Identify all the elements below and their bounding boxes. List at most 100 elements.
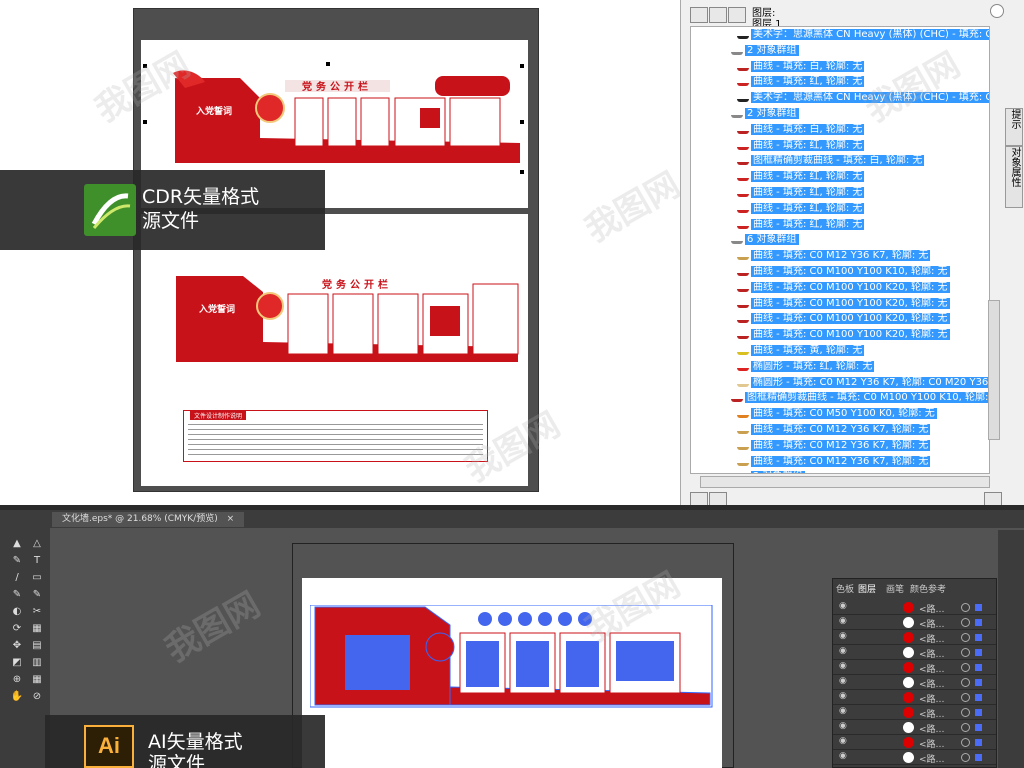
- selection-square-icon[interactable]: [975, 634, 982, 641]
- ai-tool-icon[interactable]: ▤: [30, 640, 44, 652]
- object-tree-row[interactable]: 曲线 - 填充: 红, 轮廓: 无: [737, 201, 865, 217]
- visibility-eye-icon[interactable]: ◉: [839, 736, 847, 746]
- object-tree-row[interactable]: 6 对象群组: [731, 232, 799, 248]
- object-tree[interactable]: 美术字：思源黑体 CN Heavy (黑体) (CHC) - 填充: C25 2 …: [690, 26, 990, 474]
- ai-layer-row[interactable]: ◉ <路…: [833, 645, 996, 660]
- target-circle-icon[interactable]: [961, 648, 970, 657]
- ai-tool-icon[interactable]: ⊘: [30, 691, 44, 703]
- visibility-eye-icon[interactable]: ◉: [839, 676, 847, 686]
- om-horizontal-scrollbar[interactable]: [700, 476, 990, 488]
- ai-panel-tab-brushes[interactable]: 画笔: [886, 582, 904, 595]
- om-layer-dropdown[interactable]: [990, 4, 1004, 18]
- object-tree-row[interactable]: 2 对象群组: [731, 43, 799, 59]
- object-tree-row[interactable]: 曲线 - 填充: C0 M100 Y100 K20, 轮廓: 无: [737, 327, 950, 343]
- ai-layer-row[interactable]: ◉ <路…: [833, 675, 996, 690]
- object-tree-row[interactable]: 曲线 - 填充: C0 M50 Y100 K0, 轮廓: 无: [737, 406, 937, 422]
- selection-handle[interactable]: [520, 120, 524, 124]
- om-vertical-scrollbar[interactable]: [988, 300, 1000, 440]
- om-toolbar-button-3[interactable]: [728, 7, 746, 23]
- ai-tool-icon[interactable]: ✥: [10, 640, 24, 652]
- visibility-eye-icon[interactable]: ◉: [839, 721, 847, 731]
- selection-square-icon[interactable]: [975, 679, 982, 686]
- target-circle-icon[interactable]: [961, 663, 970, 672]
- ai-tool-icon[interactable]: ◐: [10, 606, 24, 618]
- object-tree-row[interactable]: 美术字：思源黑体 CN Heavy (黑体) (CHC) - 填充: C25: [737, 27, 989, 43]
- selection-square-icon[interactable]: [975, 739, 982, 746]
- ai-tool-icon[interactable]: T: [30, 555, 44, 567]
- ai-tool-icon[interactable]: ✎: [30, 589, 44, 601]
- ai-layer-row[interactable]: ◉ <路…: [833, 690, 996, 705]
- object-tree-row[interactable]: 曲线 - 填充: C0 M12 Y36 K7, 轮廓: 无: [737, 422, 931, 438]
- visibility-eye-icon[interactable]: ◉: [839, 646, 847, 656]
- target-circle-icon[interactable]: [961, 693, 970, 702]
- ai-tool-icon[interactable]: ⟳: [10, 623, 24, 635]
- visibility-eye-icon[interactable]: ◉: [839, 631, 847, 641]
- ai-tool-icon[interactable]: ▦: [30, 623, 44, 635]
- selection-square-icon[interactable]: [975, 694, 982, 701]
- ai-tool-icon[interactable]: ◩: [10, 657, 24, 669]
- object-tree-row[interactable]: 图框精确剪裁曲线 - 填充: C0 M100 Y100 K10, 轮廓: 无: [731, 390, 989, 406]
- object-tree-row[interactable]: 曲线 - 填充: C0 M100 Y100 K10, 轮廓: 无: [737, 264, 950, 280]
- visibility-eye-icon[interactable]: ◉: [839, 691, 847, 701]
- ai-document-tab[interactable]: 文化墙.eps* @ 21.68% (CMYK/预览) ×: [52, 512, 245, 527]
- object-tree-row[interactable]: 曲线 - 填充: 红, 轮廓: 无: [737, 169, 865, 185]
- visibility-eye-icon[interactable]: ◉: [839, 616, 847, 626]
- ai-tool-icon[interactable]: ▭: [30, 572, 44, 584]
- ai-tool-icon[interactable]: ▲: [10, 538, 24, 550]
- ai-layer-row[interactable]: ◉ <路…: [833, 735, 996, 750]
- ai-panel-tab-swatches[interactable]: 色板: [836, 582, 854, 595]
- target-circle-icon[interactable]: [961, 738, 970, 747]
- object-tree-row[interactable]: 曲线 - 填充: C0 M100 Y100 K20, 轮廓: 无: [737, 280, 950, 296]
- ai-tool-icon[interactable]: ⊕: [10, 674, 24, 686]
- selection-handle[interactable]: [520, 64, 524, 68]
- side-tab-object-props[interactable]: 对象属性: [1005, 146, 1023, 208]
- visibility-eye-icon[interactable]: ◉: [839, 706, 847, 716]
- object-tree-row[interactable]: 曲线 - 填充: 红, 轮廓: 无: [737, 185, 865, 201]
- selection-square-icon[interactable]: [975, 709, 982, 716]
- object-tree-row[interactable]: 曲线 - 填充: C0 M100 Y100 K20, 轮廓: 无: [737, 311, 950, 327]
- ai-tool-icon[interactable]: ✂: [30, 606, 44, 618]
- object-tree-row[interactable]: 曲线 - 填充: C0 M12 Y36 K7, 轮廓: 无: [737, 438, 931, 454]
- ai-panel-tab-color-guide[interactable]: 颜色参考: [910, 582, 946, 595]
- ai-layer-row[interactable]: ◉ <路…: [833, 660, 996, 675]
- visibility-eye-icon[interactable]: ◉: [839, 601, 847, 611]
- object-tree-row[interactable]: 曲线 - 填充: 白, 轮廓: 无: [737, 59, 865, 75]
- ai-layer-row[interactable]: ◉ <路…: [833, 630, 996, 645]
- target-circle-icon[interactable]: [961, 753, 970, 762]
- om-toolbar-button-2[interactable]: [709, 7, 727, 23]
- target-circle-icon[interactable]: [961, 633, 970, 642]
- selection-handle[interactable]: [520, 170, 524, 174]
- selection-handle[interactable]: [326, 62, 330, 66]
- object-tree-row[interactable]: 椭圆形 - 填充: C0 M12 Y36 K7, 轮廓: C0 M20 Y36 …: [737, 375, 989, 391]
- object-tree-row[interactable]: 2 对象群组: [731, 106, 799, 122]
- object-tree-row[interactable]: 图框精确剪裁曲线 - 填充: 白, 轮廓: 无: [737, 153, 925, 169]
- selection-handle[interactable]: [143, 120, 147, 124]
- object-tree-row[interactable]: 曲线 - 填充: 黄, 轮廓: 无: [737, 343, 865, 359]
- ai-tool-icon[interactable]: ✎: [10, 555, 24, 567]
- ai-layer-row[interactable]: ◉ <路…: [833, 615, 996, 630]
- object-tree-row[interactable]: 曲线 - 填充: 白, 轮廓: 无: [737, 122, 865, 138]
- ai-tool-icon[interactable]: ✎: [10, 589, 24, 601]
- ai-tool-icon[interactable]: /: [10, 572, 24, 584]
- selection-square-icon[interactable]: [975, 619, 982, 626]
- ai-layer-row[interactable]: ◉ <路…: [833, 600, 996, 615]
- target-circle-icon[interactable]: [961, 708, 970, 717]
- ai-panel-tab-layers[interactable]: 图层: [858, 582, 876, 595]
- selection-square-icon[interactable]: [975, 664, 982, 671]
- visibility-eye-icon[interactable]: ◉: [839, 661, 847, 671]
- ai-tool-icon[interactable]: ✋: [10, 691, 24, 703]
- object-tree-row[interactable]: 曲线 - 填充: 红, 轮廓: 无: [737, 74, 865, 90]
- selection-square-icon[interactable]: [975, 724, 982, 731]
- ai-selected-wall-design[interactable]: [309, 604, 715, 710]
- target-circle-icon[interactable]: [961, 723, 970, 732]
- object-tree-row[interactable]: 曲线 - 填充: 红, 轮廓: 无: [737, 138, 865, 154]
- ai-layer-row[interactable]: ◉ <路…: [833, 750, 996, 765]
- target-circle-icon[interactable]: [961, 618, 970, 627]
- om-toolbar-button-1[interactable]: [690, 7, 708, 23]
- side-tab-hints[interactable]: 提示: [1005, 108, 1023, 146]
- object-tree-row[interactable]: 曲线 - 填充: 红, 轮廓: 无: [737, 217, 865, 233]
- close-icon[interactable]: ×: [227, 514, 235, 524]
- ai-tool-icon[interactable]: △: [30, 538, 44, 550]
- ai-tool-icon[interactable]: ▦: [30, 674, 44, 686]
- target-circle-icon[interactable]: [961, 678, 970, 687]
